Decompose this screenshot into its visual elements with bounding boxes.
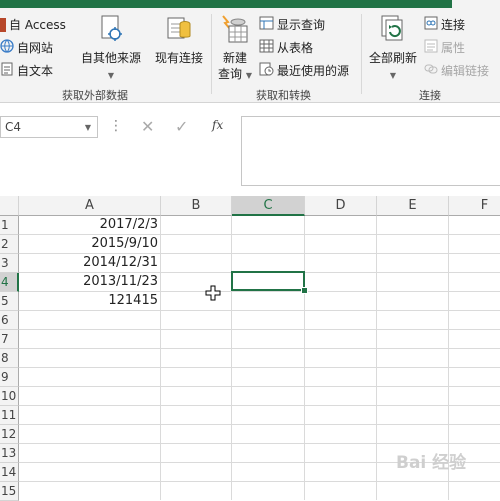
fill-handle[interactable] bbox=[301, 287, 308, 294]
row-header-11[interactable]: 11 bbox=[0, 406, 19, 425]
name-box[interactable]: C4 ▼ bbox=[0, 116, 98, 138]
group-label-get-external: 获取外部数据 bbox=[62, 89, 128, 102]
row-header-13[interactable]: 13 bbox=[0, 444, 19, 463]
row-header-9[interactable]: 9 bbox=[0, 368, 19, 387]
from-web-button[interactable]: 自网站 bbox=[0, 39, 53, 56]
gridline bbox=[19, 424, 500, 425]
insert-function-button[interactable]: fx bbox=[212, 118, 223, 132]
cell-a1[interactable]: 2017/2/3 bbox=[19, 215, 158, 234]
tab-data[interactable] bbox=[452, 0, 500, 8]
from-table-button[interactable]: 从表格 bbox=[259, 39, 313, 56]
chevron-down-icon: ▼ bbox=[107, 71, 115, 80]
refresh-icon bbox=[366, 14, 420, 48]
gridline bbox=[19, 367, 500, 368]
column-header-f[interactable]: F bbox=[449, 196, 500, 216]
column-header-a[interactable]: A bbox=[19, 196, 161, 216]
edit-links-icon bbox=[424, 62, 438, 79]
existing-connections-button[interactable]: 现有连接 bbox=[152, 14, 206, 66]
chevron-down-icon: ▼ bbox=[389, 71, 397, 80]
from-text-button[interactable]: 自文本 bbox=[0, 62, 53, 79]
recent-sources-button[interactable]: 最近使用的源 bbox=[259, 62, 349, 79]
cancel-icon[interactable]: ✕ bbox=[141, 117, 154, 136]
gridline bbox=[19, 329, 500, 330]
row-header-12[interactable]: 12 bbox=[0, 425, 19, 444]
gridline bbox=[376, 216, 377, 500]
text-file-icon bbox=[0, 62, 14, 79]
cross-cursor-icon bbox=[205, 285, 221, 301]
edit-links-button[interactable]: 编辑链接 bbox=[424, 62, 489, 79]
ribbon: 自 Access 自网站 自文本 自其他来源 ▼ 现有连接 获取外部数据 新建 … bbox=[0, 8, 500, 103]
cell-a3[interactable]: 2014/12/31 bbox=[19, 253, 158, 272]
gridline bbox=[19, 405, 500, 406]
column-header-b[interactable]: B bbox=[161, 196, 232, 216]
active-cell-c4[interactable] bbox=[231, 271, 305, 291]
group-separator bbox=[211, 14, 212, 94]
group-label-get-transform: 获取和转换 bbox=[256, 89, 311, 102]
new-query-icon bbox=[216, 14, 254, 48]
row-header-7[interactable]: 7 bbox=[0, 330, 19, 349]
column-header-c[interactable]: C bbox=[232, 196, 305, 216]
cell-a4[interactable]: 2013/11/23 bbox=[19, 272, 158, 291]
group-separator bbox=[361, 14, 362, 94]
refresh-all-button[interactable]: 全部刷新 ▼ bbox=[366, 14, 420, 84]
select-all-corner[interactable] bbox=[0, 196, 19, 216]
gridline bbox=[231, 216, 232, 500]
properties-icon bbox=[424, 39, 438, 56]
connections-icon bbox=[424, 16, 438, 33]
gridline bbox=[304, 216, 305, 500]
enter-icon[interactable]: ✓ bbox=[175, 117, 188, 136]
new-query-button[interactable]: 新建 查询 ▼ bbox=[216, 14, 254, 84]
gridline bbox=[19, 348, 500, 349]
show-queries-button[interactable]: 显示查询 bbox=[259, 16, 325, 33]
recent-sources-icon bbox=[259, 62, 274, 79]
formula-bar: C4 ▼ ⋮ ✕ ✓ fx bbox=[0, 108, 500, 188]
existing-connections-icon bbox=[152, 14, 206, 48]
cell-a2[interactable]: 2015/9/10 bbox=[19, 234, 158, 253]
formula-input[interactable] bbox=[241, 116, 500, 186]
from-access-button[interactable]: 自 Access bbox=[0, 16, 66, 33]
column-header-e[interactable]: E bbox=[377, 196, 449, 216]
gridline bbox=[19, 481, 500, 482]
row-header-15[interactable]: 15 bbox=[0, 482, 19, 501]
gridline bbox=[19, 310, 500, 311]
gridline bbox=[19, 386, 500, 387]
chevron-down-icon[interactable]: ▼ bbox=[85, 118, 91, 138]
table-icon bbox=[259, 39, 274, 56]
baidu-watermark: Bai 经验 bbox=[396, 453, 467, 473]
from-other-sources-button[interactable]: 自其他来源 ▼ bbox=[80, 14, 142, 84]
row-header-6[interactable]: 6 bbox=[0, 311, 19, 330]
connections-button[interactable]: 连接 bbox=[424, 16, 465, 33]
globe-icon bbox=[0, 39, 14, 56]
row-header-2[interactable]: 2 bbox=[0, 235, 19, 254]
row-header-1[interactable]: 1 bbox=[0, 216, 19, 235]
gridline bbox=[160, 216, 161, 500]
row-header-4[interactable]: 4 bbox=[0, 273, 19, 292]
gridline bbox=[19, 443, 500, 444]
row-header-8[interactable]: 8 bbox=[0, 349, 19, 368]
chevron-down-icon: ▼ bbox=[245, 71, 252, 80]
more-icon[interactable]: ⋮ bbox=[109, 118, 123, 134]
group-label-connections: 连接 bbox=[419, 89, 441, 102]
other-sources-icon bbox=[80, 14, 142, 48]
column-header-d[interactable]: D bbox=[305, 196, 377, 216]
row-header-10[interactable]: 10 bbox=[0, 387, 19, 406]
row-header-5[interactable]: 5 bbox=[0, 292, 19, 311]
properties-button[interactable]: 属性 bbox=[424, 39, 465, 56]
row-header-14[interactable]: 14 bbox=[0, 463, 19, 482]
row-header-3[interactable]: 3 bbox=[0, 254, 19, 273]
ribbon-tab-strip bbox=[0, 0, 500, 8]
cell-a5[interactable]: 121415 bbox=[19, 291, 158, 310]
access-icon bbox=[0, 17, 6, 32]
show-queries-icon bbox=[259, 16, 274, 33]
